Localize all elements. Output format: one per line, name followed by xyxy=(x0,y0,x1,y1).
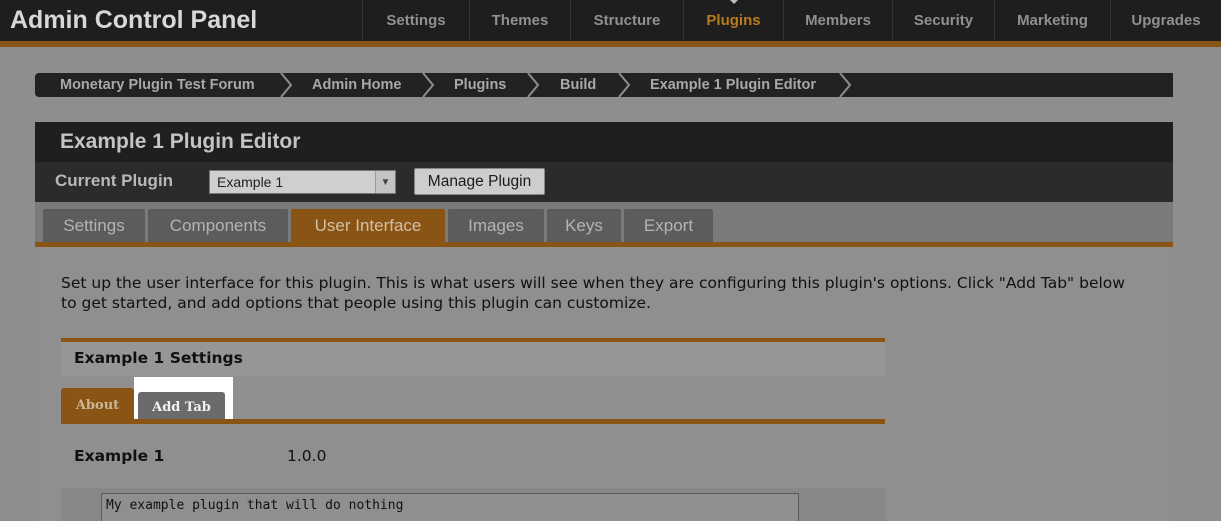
top-accent-rule xyxy=(0,41,1221,47)
tab-content: Set up the user interface for this plugi… xyxy=(35,247,1173,521)
nav-item-settings[interactable]: Settings xyxy=(362,0,469,41)
current-plugin-value: Example 1 xyxy=(217,174,284,190)
breadcrumb-item-forum[interactable]: Monetary Plugin Test Forum xyxy=(60,73,255,97)
page-title: Example 1 Plugin Editor xyxy=(60,130,301,153)
chevron-down-icon[interactable]: ▼ xyxy=(375,171,395,193)
nav-item-upgrades[interactable]: Upgrades xyxy=(1110,0,1221,41)
current-plugin-select[interactable]: Example 1 ▼ xyxy=(209,170,396,194)
nav-item-themes[interactable]: Themes xyxy=(469,0,570,41)
nav-item-plugins[interactable]: Plugins xyxy=(683,0,783,41)
settings-header: Example 1 Settings xyxy=(61,342,885,376)
tab-keys[interactable]: Keys xyxy=(547,209,621,242)
nav-item-marketing[interactable]: Marketing xyxy=(994,0,1110,41)
tab-settings[interactable]: Settings xyxy=(43,209,145,242)
subtab-about[interactable]: About xyxy=(61,388,134,423)
breadcrumb-end-arrow-icon xyxy=(1161,73,1173,97)
nav-item-members[interactable]: Members xyxy=(783,0,892,41)
chevron-right-icon xyxy=(280,73,293,97)
breadcrumb-item-build[interactable]: Build xyxy=(560,73,596,97)
description-textarea[interactable]: My example plugin that will do nothing xyxy=(101,493,799,521)
nav-item-plugins-label: Plugins xyxy=(706,12,761,29)
plugin-name: Example 1 xyxy=(74,447,165,465)
tab-export[interactable]: Export xyxy=(624,209,713,242)
breadcrumb-item-plugins[interactable]: Plugins xyxy=(454,73,506,97)
chevron-right-icon xyxy=(527,73,540,97)
description-row: My example plugin that will do nothing xyxy=(61,488,885,521)
manage-plugin-button[interactable]: Manage Plugin xyxy=(414,168,545,195)
tab-images[interactable]: Images xyxy=(448,209,544,242)
panel-header: Example 1 Plugin Editor xyxy=(35,122,1173,162)
plugin-meta-row: Example 1 1.0.0 xyxy=(61,424,885,488)
current-plugin-label: Current Plugin xyxy=(55,171,174,190)
chevron-right-icon xyxy=(618,73,631,97)
app-title: Admin Control Panel xyxy=(10,6,258,34)
plugin-version: 1.0.0 xyxy=(287,447,327,465)
editor-tabs: Settings Components User Interface Image… xyxy=(35,202,1173,242)
active-caret-icon xyxy=(728,0,739,4)
nav-item-security[interactable]: Security xyxy=(892,0,994,41)
top-bar: Admin Control Panel Settings Themes Stru… xyxy=(0,0,1221,41)
chevron-right-icon xyxy=(422,73,435,97)
nav-item-structure[interactable]: Structure xyxy=(570,0,683,41)
chevron-right-icon xyxy=(839,73,852,97)
tab-user-interface[interactable]: User Interface xyxy=(291,209,445,242)
main-nav: Settings Themes Structure Plugins Member… xyxy=(362,0,1221,41)
breadcrumb-item-plugin-editor[interactable]: Example 1 Plugin Editor xyxy=(650,73,816,97)
breadcrumb-item-admin-home[interactable]: Admin Home xyxy=(312,73,401,97)
tab-components[interactable]: Components xyxy=(148,209,288,242)
intro-text: Set up the user interface for this plugi… xyxy=(61,274,1125,312)
settings-title: Example 1 Settings xyxy=(74,349,243,367)
current-plugin-bar: Current Plugin Example 1 ▼ Manage Plugin xyxy=(35,162,1173,202)
